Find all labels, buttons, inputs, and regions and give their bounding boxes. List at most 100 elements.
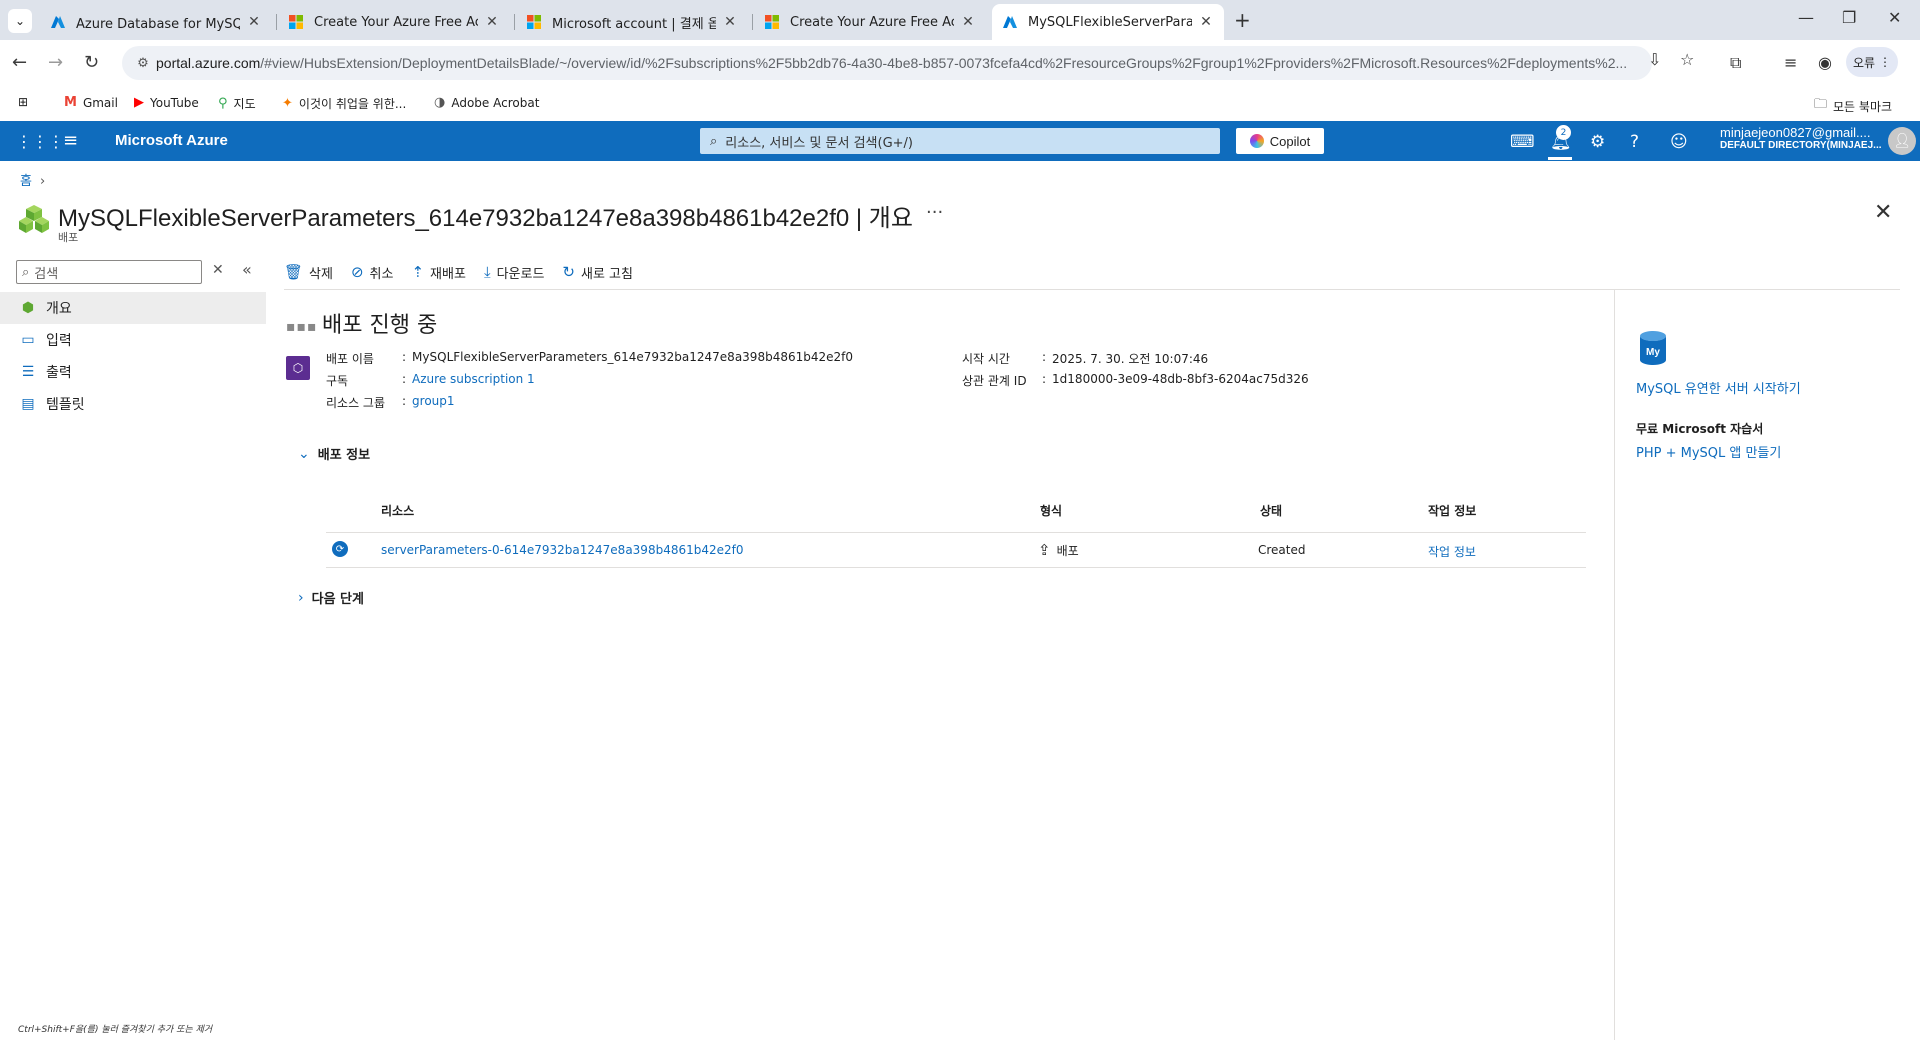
tab-search-button[interactable]: ⌄: [8, 9, 32, 33]
all-bookmarks[interactable]: 🗀 모든 북마크: [1814, 95, 1892, 117]
table-row-divider: [326, 567, 1586, 568]
browser-tab-2[interactable]: Create Your Azure Free Accou ✕: [278, 4, 510, 40]
close-icon[interactable]: ✕: [1198, 14, 1214, 30]
mysql-database-icon: My: [1640, 331, 1666, 365]
operation-details-link[interactable]: 작업 정보: [1428, 543, 1476, 560]
close-icon[interactable]: ✕: [246, 14, 262, 30]
bookmark-custom[interactable]: ✦ 이것이 취업을 위한...: [282, 95, 406, 112]
address-bar[interactable]: ⚙ portal.azure.com/#view/HubsExtension/D…: [122, 46, 1652, 80]
section-title: 다음 단계: [311, 592, 364, 607]
notification-count-badge: 2: [1556, 125, 1571, 140]
clear-search-icon[interactable]: ✕: [212, 262, 224, 278]
browser-tab-1[interactable]: Azure Database for MySQL 유 ✕: [40, 4, 272, 40]
breadcrumb-home[interactable]: 홈: [20, 174, 32, 189]
search-icon: ⌕: [22, 264, 30, 280]
resource-group-link[interactable]: group1: [412, 394, 455, 411]
copilot-icon: [1249, 134, 1264, 148]
menu-item-overview[interactable]: ⬢ 개요: [0, 292, 266, 324]
collapse-menu-icon[interactable]: «: [242, 260, 252, 279]
error-button[interactable]: 오류 ⋮: [1846, 47, 1898, 77]
field-label: 시작 시간: [962, 352, 1010, 366]
left-menu: ⬢ 개요 ▭ 입력 ☰ 출력 ▤ 템플릿: [0, 292, 266, 420]
menu-item-label: 입력: [46, 333, 72, 349]
forward-arrow-icon[interactable]: →: [48, 52, 63, 73]
close-icon[interactable]: ✕: [960, 14, 976, 30]
deployment-cubes-icon: [19, 205, 49, 233]
portal-menu-grid-icon[interactable]: ⋮⋮⋮: [16, 132, 64, 151]
gmail-icon: M: [64, 95, 77, 110]
browser-tab-4[interactable]: Create Your Azure Free Accou ✕: [754, 4, 986, 40]
minimize-icon[interactable]: —: [1798, 8, 1814, 27]
bookmark-maps[interactable]: ⚲ 지도: [218, 95, 256, 112]
delete-button[interactable]: 🗑︎ 삭제: [284, 263, 333, 282]
bookmark-label: 이것이 취업을 위한...: [298, 97, 407, 111]
apps-grid-icon[interactable]: ⊞: [18, 95, 28, 109]
azure-brand[interactable]: Microsoft Azure: [115, 132, 228, 149]
reload-icon[interactable]: ↻: [84, 52, 99, 73]
folder-icon: 🗀: [1814, 97, 1828, 112]
cloud-shell-icon[interactable]: ⌨: [1510, 132, 1535, 152]
microsoft-icon: [289, 15, 303, 29]
window-close-icon[interactable]: ✕: [1888, 8, 1901, 27]
download-button[interactable]: ⤓ 다운로드: [484, 263, 544, 282]
menu-item-outputs[interactable]: ☰ 출력: [0, 356, 266, 388]
start-time-value: 2025. 7. 30. 오전 10:07:46: [1052, 352, 1209, 366]
back-arrow-icon[interactable]: ←: [12, 52, 27, 73]
menu-search-input[interactable]: ⌕ 검색: [16, 260, 202, 284]
close-icon[interactable]: ✕: [722, 14, 738, 30]
next-steps-toggle[interactable]: › 다음 단계: [298, 588, 364, 608]
resource-group-row: 리소스 그룹: group1: [326, 394, 455, 411]
profile-icon[interactable]: ◉: [1818, 53, 1832, 72]
copilot-button[interactable]: Copilot: [1236, 128, 1324, 154]
redeploy-icon: ⇡: [411, 263, 425, 281]
menu-search-placeholder: 검색: [34, 266, 59, 282]
bookmark-star-icon[interactable]: ☆: [1680, 50, 1694, 69]
browser-tab-5-active[interactable]: MySQLFlexibleServerParamete ✕: [992, 4, 1224, 40]
more-options-button[interactable]: ···: [926, 202, 943, 223]
search-icon: ⌕: [710, 133, 718, 149]
bookmark-label: 지도: [233, 97, 256, 111]
url-text[interactable]: portal.azure.com/#view/HubsExtension/Dep…: [156, 55, 1652, 71]
help-icon[interactable]: ?: [1630, 132, 1639, 152]
page-subtitle: 배포: [58, 231, 79, 244]
subscription-link[interactable]: Azure subscription 1: [412, 372, 535, 389]
menu-item-template[interactable]: ▤ 템플릿: [0, 388, 266, 420]
tab-media-icon[interactable]: ≡: [1784, 53, 1797, 72]
php-mysql-app-link[interactable]: PHP + MySQL 앱 만들기: [1636, 442, 1781, 461]
mysql-getting-started-link[interactable]: MySQL 유연한 서버 시작하기: [1636, 378, 1801, 397]
menu-item-inputs[interactable]: ▭ 입력: [0, 324, 266, 356]
column-header-operation: 작업 정보: [1428, 504, 1477, 518]
restore-icon[interactable]: ❐: [1842, 8, 1856, 27]
browser-tab-3[interactable]: Microsoft account | 결제 옵션 ✕: [516, 4, 748, 40]
browser-tabstrip: ⌄ Azure Database for MySQL 유 ✕ Create Yo…: [0, 0, 1920, 40]
field-label: 상관 관계 ID: [962, 374, 1027, 388]
bookmark-acrobat[interactable]: ◑ Adobe Acrobat: [434, 95, 539, 110]
command-label: 삭제: [309, 266, 333, 282]
account-info[interactable]: minjaejeon0827@gmail.... DEFAULT DIRECTO…: [1720, 125, 1882, 151]
person-icon: 👤︎: [1893, 133, 1911, 149]
deployment-details-toggle[interactable]: ⌄ 배포 정보: [298, 444, 370, 464]
cancel-icon: ⊘: [350, 263, 364, 281]
settings-gear-icon[interactable]: ⚙: [1590, 132, 1605, 152]
cancel-button[interactable]: ⊘ 취소: [351, 263, 394, 282]
site-info-icon[interactable]: ⚙: [130, 56, 156, 71]
bookmark-youtube[interactable]: ▶ YouTube: [134, 95, 199, 110]
close-icon[interactable]: ✕: [484, 14, 500, 30]
feedback-icon[interactable]: ☺: [1670, 132, 1688, 152]
close-icon[interactable]: ✕: [1874, 200, 1892, 225]
install-app-icon[interactable]: ⇩: [1648, 50, 1661, 69]
refresh-button[interactable]: ↻ 새로 고침: [562, 263, 633, 282]
maps-icon: ⚲: [218, 96, 228, 111]
bookmark-gmail[interactable]: M Gmail: [64, 95, 118, 110]
redeploy-button[interactable]: ⇡ 재배포: [411, 263, 465, 282]
global-search-input[interactable]: ⌕ 리소스, 서비스 및 문서 검색(G+/): [700, 128, 1220, 154]
extensions-icon[interactable]: ⧉: [1730, 53, 1741, 73]
chevron-right-icon: ›: [298, 589, 304, 606]
new-tab-plus-icon[interactable]: +: [1234, 8, 1251, 32]
resource-link[interactable]: serverParameters-0-614e7932ba1247e8a398b…: [381, 543, 744, 557]
avatar[interactable]: 👤︎: [1888, 127, 1916, 155]
overview-icon: ⬢: [21, 300, 35, 316]
command-label: 재배포: [430, 266, 466, 282]
favorites-hint: Ctrl+Shift+F을(를) 눌러 즐겨찾기 추가 또는 제거: [18, 1025, 213, 1035]
hamburger-menu-icon[interactable]: ≡: [63, 130, 78, 151]
